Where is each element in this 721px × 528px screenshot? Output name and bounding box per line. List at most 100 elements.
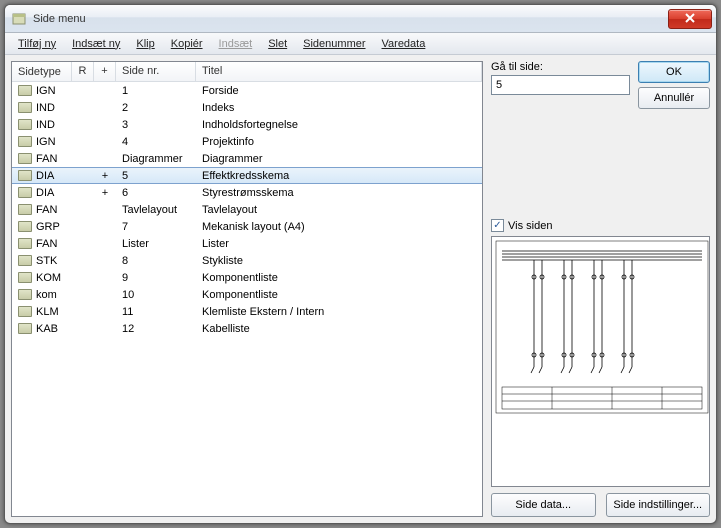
page-icon <box>18 136 32 147</box>
cell-sidenr: 1 <box>116 85 196 97</box>
cell-sidetype: DIA <box>36 187 54 199</box>
table-row[interactable]: kom 10Komponentliste <box>12 286 482 303</box>
table-row[interactable]: DIA+5Effektkredsskema <box>12 167 482 184</box>
list-header: Sidetype R + Side nr. Titel <box>12 62 482 82</box>
cell-titel: Kabelliste <box>196 323 482 335</box>
cell-sidenr: 11 <box>116 306 196 318</box>
page-icon <box>18 170 32 181</box>
cell-sidetype: KAB <box>36 323 58 335</box>
page-icon <box>18 204 32 215</box>
ok-button[interactable]: OK <box>638 61 710 83</box>
cell-sidenr: 9 <box>116 272 196 284</box>
table-row[interactable]: STK 8Stykliste <box>12 252 482 269</box>
menu-indsaet-ny[interactable]: Indsæt ny <box>65 36 127 52</box>
cell-titel: Forside <box>196 85 482 97</box>
cell-titel: Klemliste Ekstern / Intern <box>196 306 482 318</box>
cell-titel: Indeks <box>196 102 482 114</box>
goto-label: Gå til side: <box>491 61 630 73</box>
menu-kopier[interactable]: Kopiér <box>164 36 210 52</box>
goto-input[interactable] <box>491 75 630 95</box>
goto-group: Gå til side: <box>491 61 630 109</box>
cell-sidenr: Diagrammer <box>116 153 196 165</box>
cell-titel: Tavlelayout <box>196 204 482 216</box>
cell-sidenr: 8 <box>116 255 196 267</box>
cell-titel: Effektkredsskema <box>196 170 482 182</box>
cell-titel: Projektinfo <box>196 136 482 148</box>
col-r[interactable]: R <box>72 62 94 81</box>
checkbox-icon: ✓ <box>491 219 504 232</box>
cell-sidetype: FAN <box>36 238 57 250</box>
cell-titel: Diagrammer <box>196 153 482 165</box>
close-icon <box>684 12 696 26</box>
cell-titel: Stykliste <box>196 255 482 267</box>
cell-sidenr: 5 <box>116 170 196 182</box>
close-button[interactable] <box>668 9 712 29</box>
cell-sidenr: 4 <box>116 136 196 148</box>
col-plus[interactable]: + <box>94 62 116 81</box>
page-icon <box>18 102 32 113</box>
table-row[interactable]: GRP7Mekanisk layout (A4) <box>12 218 482 235</box>
menu-slet[interactable]: Slet <box>261 36 294 52</box>
cell-sidetype: FAN <box>36 204 57 216</box>
page-icon <box>18 153 32 164</box>
cell-sidetype: STK <box>36 255 57 267</box>
cell-titel: Lister <box>196 238 482 250</box>
col-titel[interactable]: Titel <box>196 62 482 81</box>
col-sidetype[interactable]: Sidetype <box>12 62 72 81</box>
cancel-button[interactable]: Annullér <box>638 87 710 109</box>
menubar: Tilføj ny Indsæt ny Klip Kopiér Indsæt S… <box>5 33 716 55</box>
page-icon <box>18 323 32 334</box>
table-row[interactable]: FANListerLister <box>12 235 482 252</box>
page-icon <box>18 221 32 232</box>
cell-sidetype: IND <box>36 119 55 131</box>
menu-sidenummer[interactable]: Sidenummer <box>296 36 372 52</box>
menu-varedata[interactable]: Varedata <box>375 36 433 52</box>
cell-sidenr: 10 <box>116 289 196 301</box>
table-row[interactable]: KAB12Kabelliste <box>12 320 482 337</box>
page-icon <box>18 238 32 249</box>
table-row[interactable]: IND2Indeks <box>12 99 482 116</box>
table-row[interactable]: IND 3Indholdsfortegnelse <box>12 116 482 133</box>
client-area: Sidetype R + Side nr. Titel IGN1ForsideI… <box>5 55 716 523</box>
cell-sidenr: 2 <box>116 102 196 114</box>
table-row[interactable]: KOM 9Komponentliste <box>12 269 482 286</box>
cell-sidetype: FAN <box>36 153 57 165</box>
table-row[interactable]: FAN DiagrammerDiagrammer <box>12 150 482 167</box>
cell-sidenr: 6 <box>116 187 196 199</box>
cell-sidetype: KLM <box>36 306 59 318</box>
table-row[interactable]: KLM 11Klemliste Ekstern / Intern <box>12 303 482 320</box>
table-row[interactable]: IGN 1Forside <box>12 82 482 99</box>
menu-klip[interactable]: Klip <box>129 36 161 52</box>
cell-titel: Indholdsfortegnelse <box>196 119 482 131</box>
page-icon <box>18 119 32 130</box>
table-row[interactable]: DIA+6Styrestrømsskema <box>12 184 482 201</box>
page-icon <box>18 187 32 198</box>
page-preview <box>491 236 710 487</box>
menu-indsaet: Indsæt <box>212 36 260 52</box>
dialog-window: Side menu Tilføj ny Indsæt ny Klip Kopié… <box>4 4 717 524</box>
cell-plus: + <box>94 187 116 199</box>
cell-titel: Komponentliste <box>196 289 482 301</box>
page-icon <box>18 85 32 96</box>
list-body: IGN 1Forside IND2Indeks IND 3Indholdsfortegn… <box>12 82 482 516</box>
cell-sidetype: kom <box>36 289 57 301</box>
menu-tilfoj-ny[interactable]: Tilføj ny <box>11 36 63 52</box>
page-icon <box>18 289 32 300</box>
cell-sidenr: 3 <box>116 119 196 131</box>
cell-plus: + <box>94 170 116 182</box>
page-icon <box>18 255 32 266</box>
show-page-checkbox[interactable]: ✓ Vis siden <box>491 219 710 232</box>
cell-titel: Komponentliste <box>196 272 482 284</box>
table-row[interactable]: IGN4Projektinfo <box>12 133 482 150</box>
page-icon <box>18 306 32 317</box>
cell-sidetype: GRP <box>36 221 60 233</box>
side-indstillinger-button[interactable]: Side indstillinger... <box>606 493 711 517</box>
col-sidenr[interactable]: Side nr. <box>116 62 196 81</box>
cell-sidetype: IGN <box>36 85 56 97</box>
cell-sidenr: 7 <box>116 221 196 233</box>
side-data-button[interactable]: Side data... <box>491 493 596 517</box>
table-row[interactable]: FANTavlelayoutTavlelayout <box>12 201 482 218</box>
titlebar[interactable]: Side menu <box>5 5 716 33</box>
cell-sidetype: KOM <box>36 272 61 284</box>
page-list[interactable]: Sidetype R + Side nr. Titel IGN1ForsideI… <box>11 61 483 517</box>
